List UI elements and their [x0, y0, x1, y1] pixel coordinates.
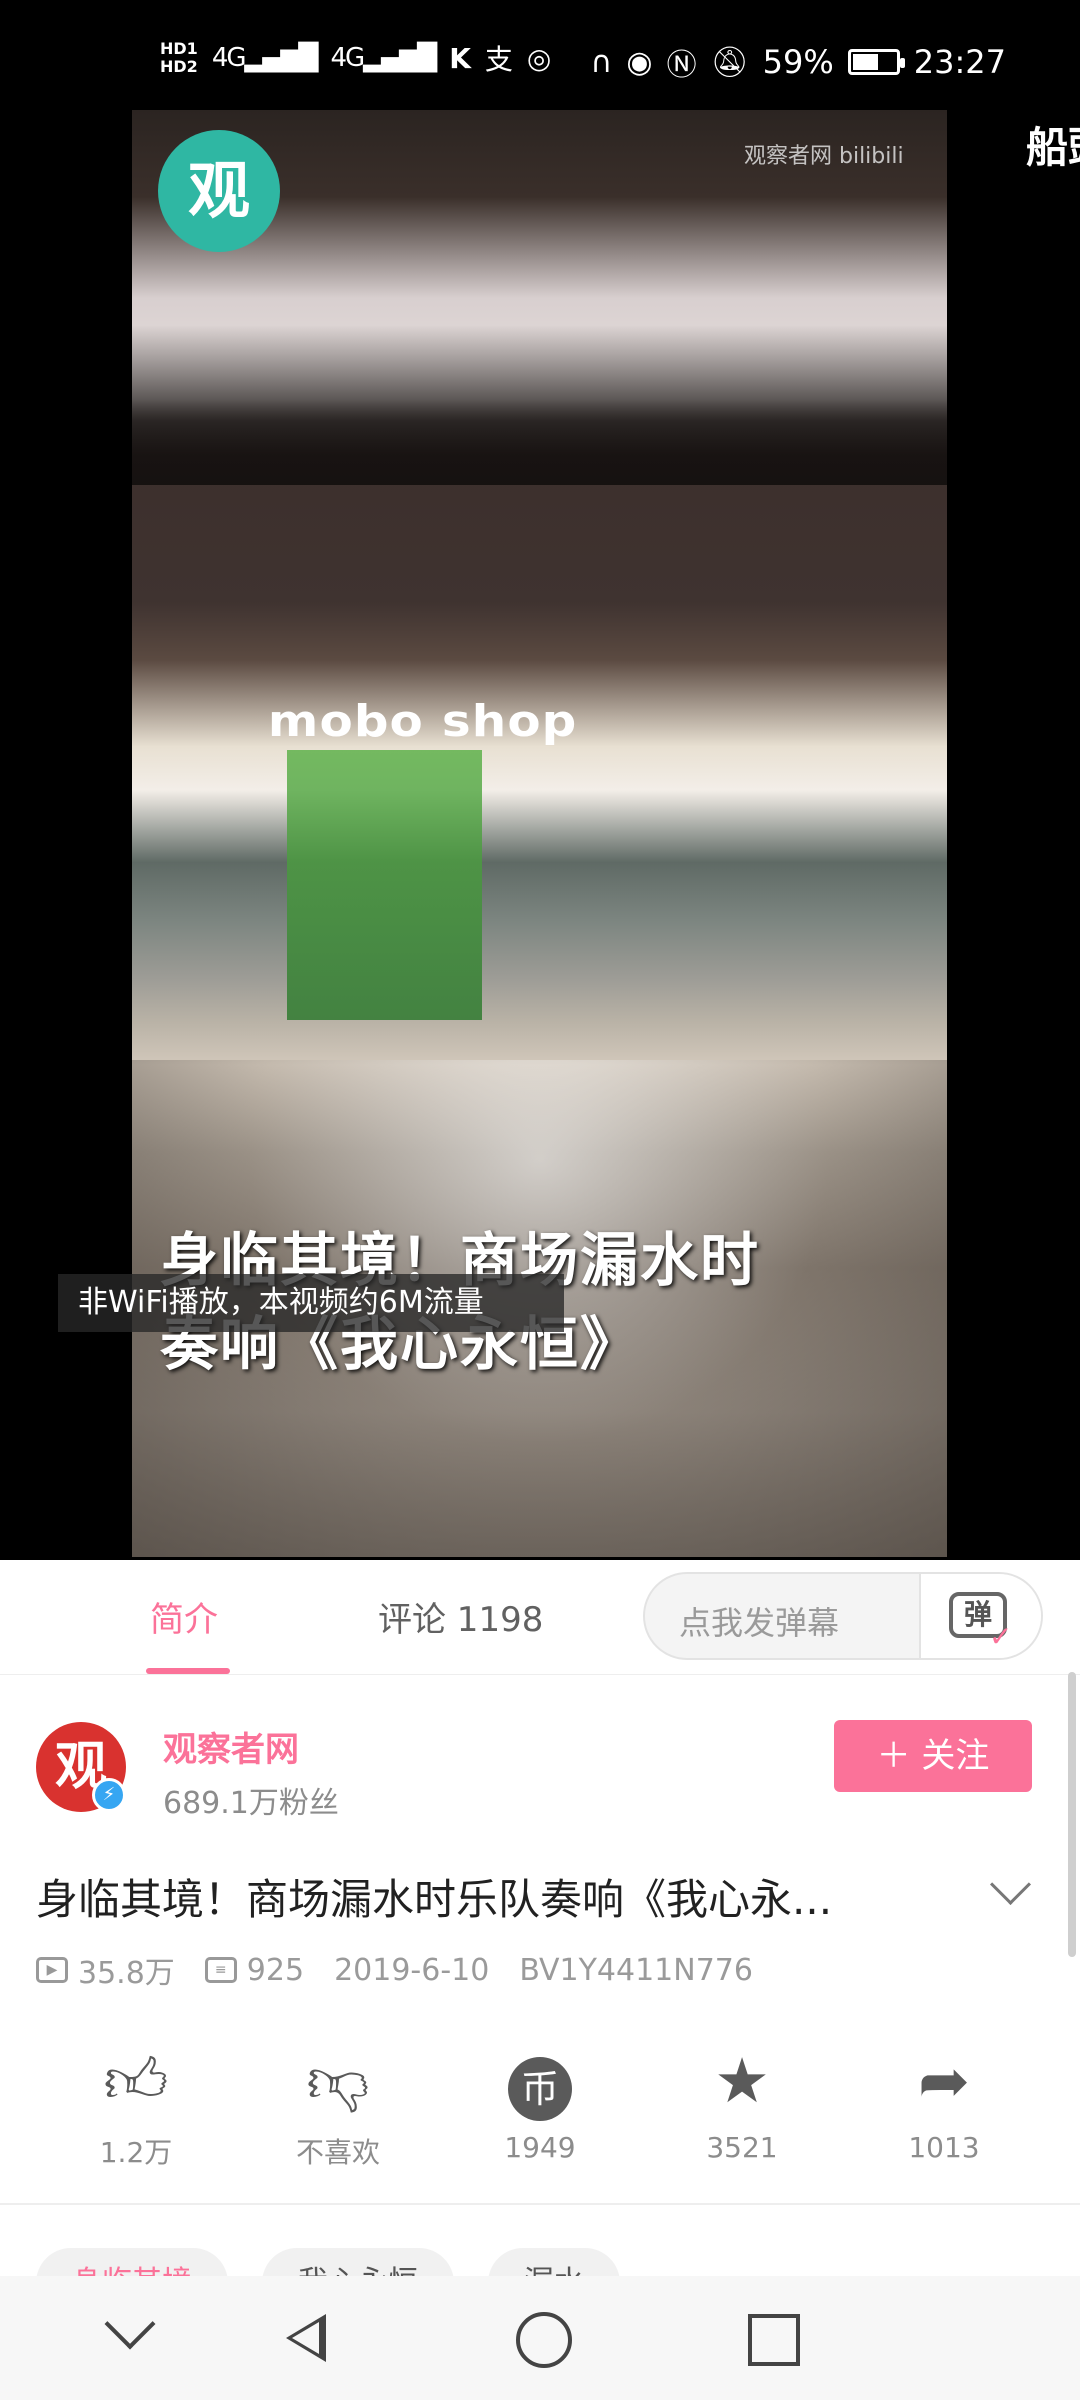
battery-fill [852, 54, 878, 70]
like-button[interactable]: 👍︎ 1.2万 [56, 2045, 216, 2171]
hd1-label: HD1 [160, 39, 198, 58]
uploader-name[interactable]: 观察者网 [163, 1722, 299, 1771]
star-icon: ★ [714, 2044, 770, 2117]
bvid: BV1Y4411N776 [519, 1952, 753, 1988]
video-title[interactable]: 身临其境！商场漏水时乐队奏响《我心永... [36, 1866, 976, 1927]
channel-logo-badge: 观 [158, 130, 280, 252]
tab-comments[interactable]: 评论 1198 [378, 1592, 543, 1641]
next-video-peek: 船頭 [1026, 123, 1080, 172]
eye-icon: ◉ [626, 44, 653, 80]
danmaku-placeholder: 点我发弹幕 [679, 1604, 840, 1642]
status-bar: HD1 HD2 4G▂▄▆█ 4G▂▄▆█ K 支 ◎ ∩ ◉ Ⓝ 🔕︎ 59%… [0, 0, 1080, 108]
action-bar: 👍︎ 1.2万 👎︎ 不喜欢 币 1949 ★ 3521 ➦ 1013 [0, 2045, 1080, 2185]
thumbs-up-icon: 👍︎ [103, 2044, 169, 2117]
video-shop-sign: mobo shop [267, 696, 578, 747]
hide-keyboard-chevron-icon[interactable] [104, 2298, 156, 2350]
publish-date: 2019-6-10 [334, 1952, 490, 1988]
play-count-icon: ▶ [36, 1957, 68, 1983]
hd2-label: HD2 [160, 57, 198, 76]
favorite-count: 3521 [706, 2131, 778, 2164]
mute-icon: 🔕︎ [710, 44, 749, 80]
uploader-fans: 689.1万粉丝 [163, 1786, 339, 1821]
favorite-button[interactable]: ★ 3521 [662, 2044, 822, 2165]
share-count: 1013 [908, 2131, 980, 2164]
signal2-icon: 4G▂▄▆█ [330, 43, 438, 73]
coin-icon: 币 [508, 2057, 572, 2121]
signal2-label: 4G [330, 43, 366, 73]
location-icon: ◎ [526, 41, 552, 75]
status-right: ∩ ◉ Ⓝ 🔕︎ 59% 23:27 [590, 40, 1006, 84]
danmaku-toggle-button[interactable]: 弹 ✓ [919, 1574, 1041, 1658]
system-nav-bar [0, 2276, 1080, 2400]
share-button[interactable]: ➦ 1013 [864, 2044, 1024, 2165]
views-stat: ▶ 35.8万 [36, 1948, 175, 1992]
check-icon: ✓ [989, 1620, 1013, 1653]
home-icon[interactable] [516, 2312, 572, 2368]
video-scene-storefront [287, 750, 482, 1020]
status-left: HD1 HD2 4G▂▄▆█ 4G▂▄▆█ K 支 ◎ [160, 38, 551, 78]
video-meta: ▶ 35.8万 ≡ 925 2019-6-10 BV1Y4411N776 [36, 1948, 783, 1992]
headphone-icon: ∩ [590, 44, 613, 80]
signal-icon: 4G▂▄▆█ [211, 43, 319, 73]
nfc-icon: Ⓝ [666, 48, 697, 83]
coin-button[interactable]: 币 1949 [460, 2045, 620, 2164]
like-count: 1.2万 [99, 2136, 173, 2169]
clock: 23:27 [913, 43, 1006, 81]
coin-icon-wrap: 币 [460, 2045, 620, 2121]
section-divider [0, 2203, 1080, 2205]
video-player[interactable]: mobo shop 观察者网 bilibili 观 身临其境！商场漏水时 奏响《… [0, 108, 1080, 1560]
signal1-label: 4G [211, 43, 247, 73]
tab-active-indicator [146, 1668, 230, 1674]
dislike-button[interactable]: 👎︎ 不喜欢 [258, 2045, 418, 2171]
thumbs-down-icon: 👎︎ [306, 2044, 370, 2117]
battery-percent: 59% [762, 43, 834, 81]
share-arrow-icon: ➦ [918, 2044, 970, 2117]
dislike-label: 不喜欢 [295, 2136, 380, 2169]
battery-icon [847, 49, 905, 75]
danmaku-stat: ≡ 925 [204, 1952, 305, 1988]
follow-button[interactable]: ＋ 关注 [834, 1720, 1032, 1792]
views-count: 35.8万 [78, 1956, 175, 1991]
video-watermark: 观察者网 bilibili [744, 144, 904, 169]
hd-indicator: HD1 HD2 [160, 40, 198, 76]
verified-icon: ⚡ [92, 1778, 126, 1812]
data-usage-toast: 非WiFi播放，本视频约6M流量 [58, 1274, 564, 1332]
alipay-icon: 支 [484, 43, 513, 76]
back-icon-inner [292, 2322, 319, 2354]
recent-apps-icon[interactable] [748, 2314, 800, 2366]
k-icon: K [449, 41, 471, 75]
coin-count: 1949 [504, 2131, 576, 2164]
danmaku-input[interactable]: 点我发弹幕 弹 ✓ [643, 1572, 1043, 1660]
scrollbar[interactable] [1068, 1672, 1076, 1957]
video-scene-balcony [132, 325, 947, 485]
danmaku-count-icon: ≡ [204, 1957, 237, 1983]
tab-intro[interactable]: 简介 [150, 1592, 218, 1641]
danmaku-count: 925 [246, 1952, 305, 1988]
